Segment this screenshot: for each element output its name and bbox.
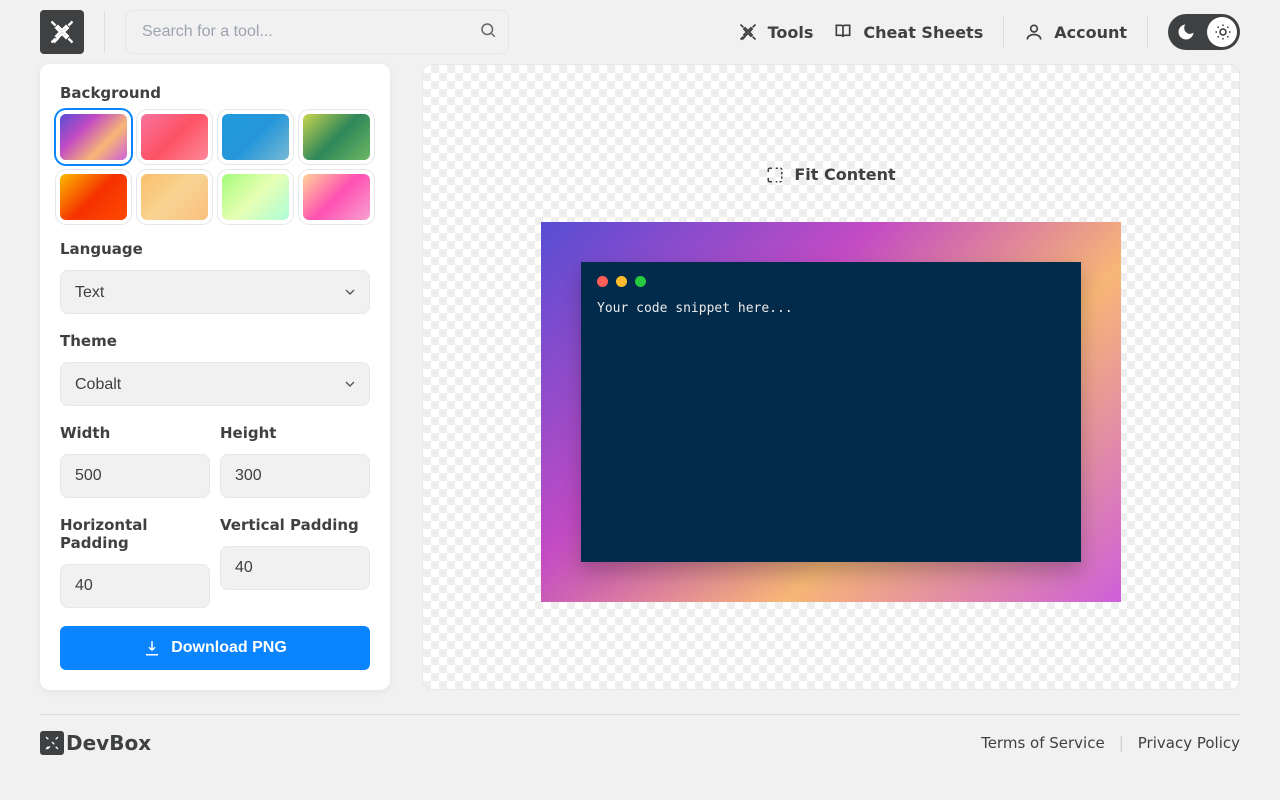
design-tools-icon xyxy=(738,22,758,42)
fit-label: Fit Content xyxy=(794,165,895,184)
traffic-red-icon xyxy=(597,276,608,287)
height-input[interactable] xyxy=(220,454,370,498)
divider xyxy=(1003,16,1004,48)
label-height: Height xyxy=(220,424,370,442)
label-vpad: Vertical Padding xyxy=(220,516,370,534)
hpad-input[interactable] xyxy=(60,564,210,608)
traffic-green-icon xyxy=(635,276,646,287)
footer-privacy-link[interactable]: Privacy Policy xyxy=(1138,734,1240,752)
bg-swatch-0[interactable] xyxy=(60,114,127,160)
settings-panel: Background Language Text Theme xyxy=(40,64,390,690)
background-swatches xyxy=(60,114,370,220)
bg-swatch-7[interactable] xyxy=(303,174,370,220)
label-width: Width xyxy=(60,424,210,442)
traffic-yellow-icon xyxy=(616,276,627,287)
bg-swatch-2[interactable] xyxy=(222,114,289,160)
nav-label: Account xyxy=(1054,23,1127,42)
theme-toggle[interactable] xyxy=(1168,14,1240,50)
nav-cheat-sheets[interactable]: Cheat Sheets xyxy=(833,22,983,42)
footer-brand[interactable]: DevBox xyxy=(40,731,151,755)
footer: DevBox Terms of Service | Privacy Policy xyxy=(40,714,1240,755)
nav: Tools Cheat Sheets Account xyxy=(738,14,1240,50)
divider: | xyxy=(1119,734,1124,752)
search-wrap xyxy=(125,10,509,54)
nav-label: Cheat Sheets xyxy=(863,23,983,42)
label-language: Language xyxy=(60,240,370,258)
label-hpad: Horizontal Padding xyxy=(60,516,210,552)
width-input[interactable] xyxy=(60,454,210,498)
download-icon xyxy=(143,639,161,657)
design-tools-icon xyxy=(44,735,60,751)
user-icon xyxy=(1024,22,1044,42)
bg-swatch-6[interactable] xyxy=(222,174,289,220)
divider xyxy=(1147,16,1148,48)
bg-swatch-1[interactable] xyxy=(141,114,208,160)
vpad-input[interactable] xyxy=(220,546,370,590)
bg-swatch-4[interactable] xyxy=(60,174,127,220)
fit-content-button[interactable]: Fit Content xyxy=(766,165,895,184)
nav-account[interactable]: Account xyxy=(1024,22,1127,42)
design-tools-icon xyxy=(48,18,76,46)
download-label: Download PNG xyxy=(171,639,287,657)
bg-swatch-3[interactable] xyxy=(303,114,370,160)
logo-mini xyxy=(40,731,64,755)
search-icon xyxy=(479,21,497,43)
fit-icon xyxy=(766,166,784,184)
sun-icon xyxy=(1214,23,1232,41)
divider xyxy=(104,12,105,52)
footer-tos-link[interactable]: Terms of Service xyxy=(981,734,1105,752)
code-placeholder: Your code snippet here... xyxy=(597,301,1065,316)
nav-label: Tools xyxy=(768,23,814,42)
language-select[interactable]: Text xyxy=(60,270,370,314)
label-background: Background xyxy=(60,84,370,102)
moon-icon xyxy=(1176,22,1196,42)
bg-swatch-5[interactable] xyxy=(141,174,208,220)
brand-text: DevBox xyxy=(66,731,151,755)
code-window[interactable]: Your code snippet here... xyxy=(581,262,1081,562)
snippet-frame[interactable]: Your code snippet here... xyxy=(541,222,1121,602)
book-icon xyxy=(833,22,853,42)
logo[interactable] xyxy=(40,10,84,54)
nav-tools[interactable]: Tools xyxy=(738,22,814,42)
label-theme: Theme xyxy=(60,332,370,350)
download-button[interactable]: Download PNG xyxy=(60,626,370,670)
footer-links: Terms of Service | Privacy Policy xyxy=(981,734,1240,752)
preview-canvas: Fit Content Your code snippet here... xyxy=(422,64,1240,690)
theme-select[interactable]: Cobalt xyxy=(60,362,370,406)
window-traffic-lights xyxy=(597,276,1065,287)
search-input[interactable] xyxy=(125,10,509,54)
header: Tools Cheat Sheets Account xyxy=(0,0,1280,64)
